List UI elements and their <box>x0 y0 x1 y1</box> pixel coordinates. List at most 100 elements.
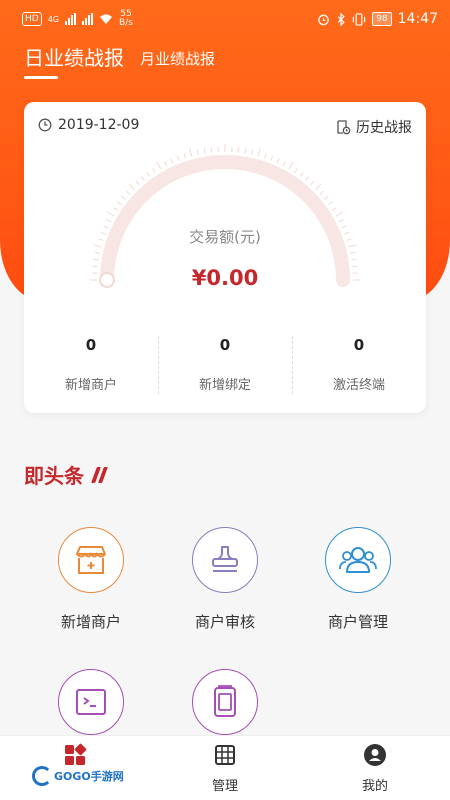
grid-merchant-management[interactable]: 商户管理 <box>298 527 418 632</box>
stat-label: 激活终端 <box>332 378 385 393</box>
grid-merchant-review[interactable]: 商户审核 <box>165 527 285 632</box>
tab-label: 管理 <box>211 779 238 794</box>
gauge-tick <box>93 258 99 261</box>
gauge-tick <box>128 183 135 190</box>
vibrate-icon <box>353 12 366 26</box>
net-speed: 55 B/s <box>119 9 133 28</box>
home-grid-icon <box>63 743 87 767</box>
gauge-tick <box>140 176 145 181</box>
tab-profile[interactable]: 我的 <box>300 736 450 800</box>
gauge-tick <box>324 195 329 200</box>
stamp-icon <box>192 527 258 593</box>
grid-terminal[interactable] <box>31 669 151 735</box>
report-card: 2019-12-09 历史战报 交易额(元) ¥0.00 0 新增商户 0 新增… <box>24 102 426 413</box>
gauge-tick <box>264 153 267 159</box>
news-mark-icon <box>91 466 108 483</box>
gauge-tick <box>294 168 298 173</box>
hd-badge: HD <box>22 12 42 26</box>
gauge-tick <box>319 190 325 195</box>
history-report-button[interactable]: 历史战报 <box>335 117 412 137</box>
signal-icon <box>65 13 76 25</box>
gauge-tick <box>305 176 310 181</box>
profile-icon <box>363 743 387 767</box>
gauge-tick <box>146 172 151 177</box>
news-header[interactable]: 即头条 <box>24 460 108 489</box>
clock-icon <box>38 118 52 132</box>
gauge-tick <box>156 161 162 170</box>
gauge-tick <box>351 258 357 261</box>
report-date-text: 2019-12-09 <box>58 117 140 133</box>
history-icon <box>337 120 351 135</box>
gauge-tick <box>276 158 280 164</box>
stat-label: 新增绑定 <box>198 378 251 393</box>
calculator-icon <box>213 743 237 767</box>
grid-label: 新增商户 <box>60 613 121 631</box>
gauge-tick <box>328 201 333 206</box>
gauge-tick <box>106 219 112 223</box>
stat-label: 新增商户 <box>64 378 117 393</box>
gauge-tick <box>121 195 126 200</box>
report-tabs: 日业绩战报 月业绩战报 <box>24 42 215 79</box>
stat-value: 0 <box>353 336 365 354</box>
bluetooth-icon <box>337 12 345 26</box>
stat-new-bindings[interactable]: 0 新增绑定 <box>158 324 292 394</box>
grid-device[interactable] <box>165 669 285 735</box>
gauge-tick <box>164 161 168 167</box>
gauge-tick <box>106 211 115 217</box>
status-bar: HD 4G 55 B/s 98 14:47 <box>0 0 450 38</box>
gauge-tick <box>170 158 174 164</box>
wifi-icon <box>100 14 112 24</box>
report-date: 2019-12-09 <box>38 117 139 133</box>
grid-add-merchant[interactable]: 新增商户 <box>31 527 151 632</box>
device-icon <box>192 669 258 735</box>
gauge-tick <box>310 180 315 186</box>
gauge-tick <box>332 207 337 211</box>
signal-4g-label: 4G <box>47 14 59 24</box>
gauge-tick <box>244 148 247 154</box>
battery-icon: 98 <box>372 12 392 26</box>
watermark-logo <box>32 766 52 786</box>
gauge-tick <box>189 148 193 157</box>
clock: 14:47 <box>397 11 438 27</box>
watermark-text: GOGO手游网 <box>54 770 124 783</box>
gauge-tick <box>113 207 118 211</box>
gauge-tick <box>135 180 140 186</box>
gauge-tick <box>196 149 199 155</box>
gauge-tick <box>270 155 274 161</box>
gauge-tick <box>299 172 304 177</box>
watermark: GOGO手游网 <box>32 766 124 786</box>
signal-icon-2 <box>82 13 93 25</box>
add-merchant-icon <box>58 527 124 593</box>
gauge-tick <box>288 161 294 170</box>
gauge-tick <box>251 149 254 155</box>
gauge-track <box>100 155 350 287</box>
tab-label: 我的 <box>361 779 388 794</box>
gauge-tick <box>335 211 344 217</box>
tab-management[interactable]: 管理 <box>150 736 300 800</box>
grid-label: 商户审核 <box>194 613 255 631</box>
grid-label: 商户管理 <box>327 613 388 631</box>
alarm-icon <box>318 14 329 25</box>
terminal-icon <box>58 669 124 735</box>
tab-monthly-report[interactable]: 月业绩战报 <box>140 48 215 79</box>
stat-value: 0 <box>85 336 97 354</box>
gauge-tick <box>125 190 131 195</box>
gauge-tick <box>117 201 122 206</box>
gauge-label: 交易额(元) <box>189 228 261 246</box>
gauge-tick <box>183 153 186 159</box>
gauge-tick <box>94 251 100 254</box>
stats-row: 0 新增商户 0 新增绑定 0 激活终端 <box>24 324 426 394</box>
gauge-tick <box>237 147 240 153</box>
tab-daily-report[interactable]: 日业绩战报 <box>24 42 124 79</box>
stat-activated-terminals[interactable]: 0 激活终端 <box>292 324 426 394</box>
gauge-tick <box>203 148 206 154</box>
gauge-tick <box>152 168 156 173</box>
gauge-tick <box>176 155 180 161</box>
news-title: 即头条 <box>24 464 84 488</box>
stat-new-merchants[interactable]: 0 新增商户 <box>24 324 158 394</box>
gauge-tick <box>338 219 344 223</box>
gauge-tick <box>282 161 286 167</box>
users-icon <box>325 527 391 593</box>
stat-value: 0 <box>219 336 231 354</box>
gauge-tick <box>210 147 213 153</box>
